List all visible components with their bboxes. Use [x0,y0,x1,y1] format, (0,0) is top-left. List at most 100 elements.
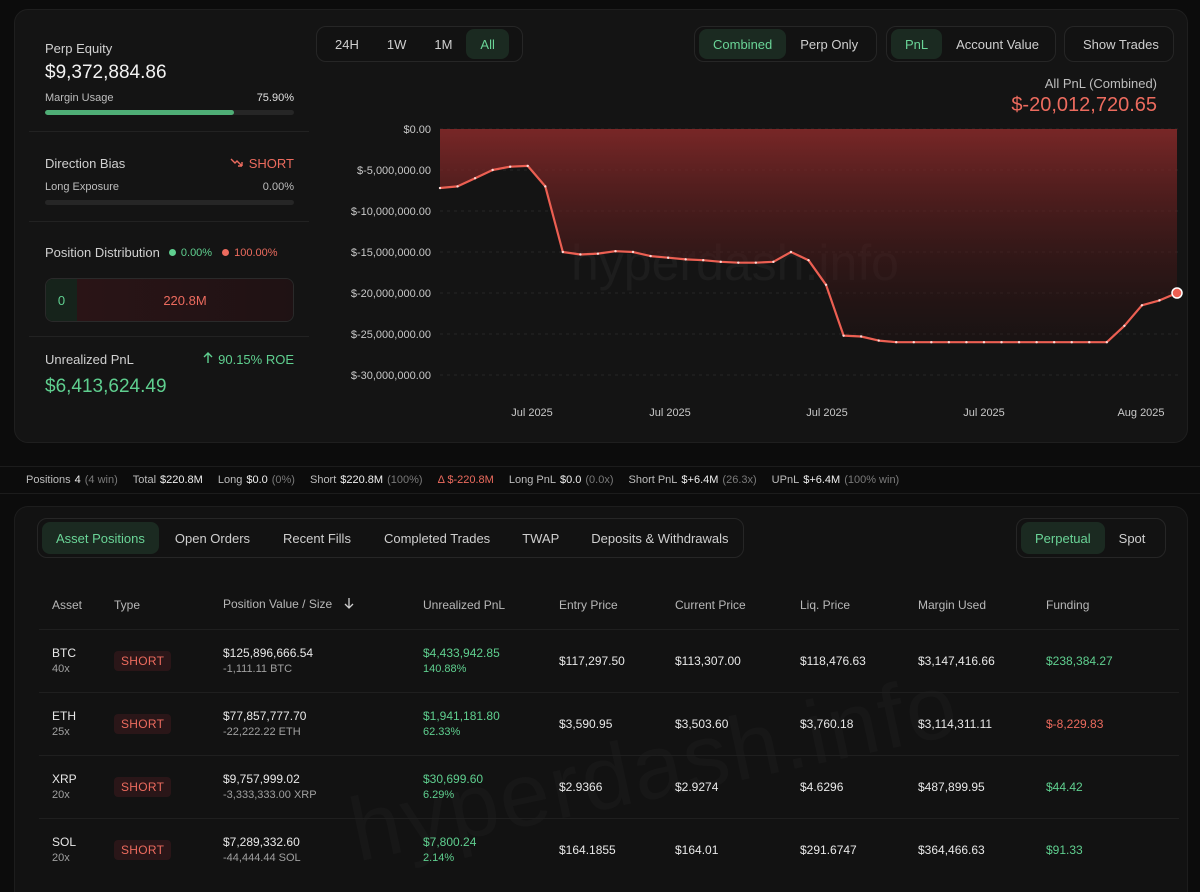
show-trades-button[interactable]: Show Trades [1069,29,1173,59]
tab-asset-positions[interactable]: Asset Positions [42,522,159,554]
table-row[interactable]: ETH 25x SHORT $77,857,777.70 -22,222.22 ETH $… [39,691,1179,755]
y-tick-label: $-15,000,000.00 [351,247,431,259]
y-tick-label: $-10,000,000.00 [351,206,431,218]
tab-deposits-withdrawals[interactable]: Deposits & Withdrawals [575,523,744,553]
asset-symbol: SOL [52,835,77,850]
data-point [614,249,617,253]
tab-completed-trades[interactable]: Completed Trades [368,523,506,553]
direction-bias-indicator: SHORT [230,156,294,171]
latest-point-marker[interactable] [1171,287,1183,299]
time-range-24h[interactable]: 24H [321,29,373,59]
margin-usage-bar [45,110,294,115]
dist-long-segment: 0 [46,279,77,321]
tab-open-orders[interactable]: Open Orders [159,523,266,553]
time-range-all[interactable]: All [466,29,509,59]
data-point [1035,341,1038,344]
metric-pnl[interactable]: PnL [891,29,943,59]
col-type[interactable]: Type [114,581,223,629]
margin-usage-label: Margin Usage [45,92,114,104]
cell-funding: $44.42 [1046,754,1179,818]
col-entry-price[interactable]: Entry Price [559,581,675,629]
status-badge: SHORT [114,776,172,797]
direction-bias-label: Direction Bias [45,156,126,171]
data-point [631,250,635,254]
metric-account-value[interactable]: Account Value [942,29,1053,59]
data-point [491,168,494,172]
position-size: -3,333,333.00 XRP [223,789,317,801]
data-point [1070,341,1073,344]
cell-unrealized-pnl: $30,699.60 6.29% [423,754,559,818]
dist-short-segment: 220.8M [77,279,293,321]
divider [29,221,309,222]
data-point [877,339,880,342]
metric-selector: PnL Account Value [886,26,1056,62]
position-size: -1,111.11 BTC [223,663,293,675]
x-tick-label: Jul 2025 [806,407,848,419]
y-tick-label: $-30,000,000.00 [351,370,431,382]
cell-entry-price: $117,297.50 [559,628,675,692]
position-size: -44,444.44 SOL [223,852,301,865]
col-position-value[interactable]: Position Value / Size [223,581,423,629]
cell-type: SHORT [114,691,223,755]
asset-leverage: 20x [52,789,70,801]
data-point [508,165,512,168]
data-point [702,259,705,262]
data-point [737,261,740,264]
cell-unrealized-pnl: $4,433,942.85 140.88% [423,628,559,692]
cell-margin-used: $3,114,311.11 [918,691,1046,755]
summary-long: Long $0.0 (0%) [217,474,295,486]
table-row[interactable]: XRP 20x SHORT $9,757,999.02 -3,333,333.00 XR… [39,754,1179,818]
summary-strip: Positions 4 (4 win) Total $220.8M Long $0.0(… [0,466,1200,494]
data-point [473,177,477,180]
upnl-pct: 2.14% [423,852,455,865]
direction-bias-value: SHORT [248,156,294,171]
col-unrealized-pnl[interactable]: Unrealized PnL [423,581,559,629]
short-dot-icon [222,249,230,256]
summary-total: Total $220.8M [132,474,203,486]
mode-perp-only[interactable]: Perp Only [786,29,872,59]
time-range-1w[interactable]: 1W [373,29,421,59]
time-range-selector: 24H 1W 1M All [316,26,523,62]
divider [29,131,309,132]
data-point [649,254,652,258]
data-point [947,341,951,344]
data-point [1088,341,1091,344]
long-exposure-bar [45,200,294,205]
tab-recent-fills[interactable]: Recent Fills [266,523,368,553]
data-point [438,186,442,190]
cell-funding: $238,384.27 [1046,628,1179,692]
cell-funding: $91.33 [1046,817,1179,881]
cell-margin-used: $3,147,416.66 [918,628,1046,692]
positions-table: Asset Type Position Value / Size Unreali… [39,581,1179,881]
tab-perpetual[interactable]: Perpetual [1021,522,1105,554]
long-exposure-label: Long Exposure [45,181,119,193]
table-row[interactable]: BTC 40x SHORT $125,896,666.54 -1,111.11 BTC $… [39,628,1179,692]
col-margin-used[interactable]: Margin Used [918,581,1046,629]
data-point [912,341,915,344]
mode-combined[interactable]: Combined [699,29,787,59]
col-funding[interactable]: Funding [1046,581,1179,629]
upnl-pct: 62.33% [423,726,461,738]
data-point [719,260,722,264]
data-point [1052,341,1056,344]
summary-delta: Δ $-220.8M [437,474,494,486]
cell-current-price: $113,307.00 [675,628,800,692]
y-tick-label: $-25,000,000.00 [351,329,431,341]
cell-current-price: $2.9274 [675,754,800,818]
data-point [859,335,863,338]
time-range-1m[interactable]: 1M [420,29,466,59]
data-point [1158,299,1161,302]
data-point [579,253,582,256]
tab-twap[interactable]: TWAP [506,523,575,553]
cell-asset: XRP 20x [39,754,114,818]
cell-type: SHORT [114,628,223,692]
col-current-price[interactable]: Current Price [675,581,800,629]
sort-arrow-down-icon [344,597,354,612]
cell-current-price: $3,503.60 [675,691,800,755]
cell-asset: BTC 40x [39,628,114,692]
tab-spot[interactable]: Spot [1105,523,1160,553]
table-row[interactable]: SOL 20x SHORT $7,289,332.60 -44,444.44 SOL $7… [39,817,1179,881]
position-size: -22,222.22 ETH [223,726,301,738]
col-asset[interactable]: Asset [39,581,114,629]
col-liq-price[interactable]: Liq. Price [800,581,918,629]
